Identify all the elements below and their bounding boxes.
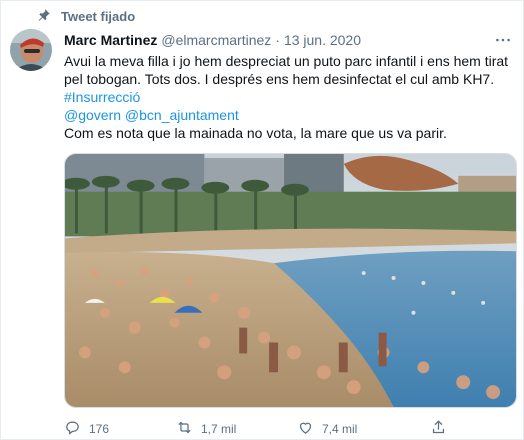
header-separator: ·: [275, 32, 280, 48]
retweet-count: 1,7 mil: [201, 422, 237, 436]
tweet-text-line: Avui la meva filla i jo hem despreciat u…: [64, 53, 509, 69]
mention-bcn-ajuntament-link[interactable]: @bcn_ajuntament: [125, 107, 239, 123]
tweet-card[interactable]: Tweet fijado Marc Martinez @elmarcmartin…: [0, 0, 524, 440]
pinned-label: Tweet fijado: [61, 8, 136, 24]
tweet-actions: 176 1,7 mil 7,4 mil: [64, 419, 464, 439]
retweet-icon: [176, 419, 193, 439]
mention-govern-link[interactable]: @govern: [64, 107, 121, 123]
share-icon: [430, 419, 447, 439]
tweet-date[interactable]: 13 jun. 2020: [284, 32, 361, 48]
hashtag-link[interactable]: #Insurrecció: [64, 89, 140, 105]
pin-icon: [37, 8, 51, 25]
tweet-text-line: pel tobogan. Tots dos. I després ens hem…: [64, 71, 495, 87]
pinned-indicator: Tweet fijado: [37, 7, 135, 25]
reply-icon: [64, 419, 81, 439]
share-button[interactable]: [430, 419, 447, 439]
tweet-text-closing: Com es nota que la mainada no vota, la m…: [64, 125, 447, 141]
more-options-icon[interactable]: [493, 31, 513, 49]
tweet-text: Avui la meva filla i jo hem despreciat u…: [64, 52, 514, 142]
author-handle[interactable]: @elmarcmartinez: [161, 32, 271, 48]
like-count: 7,4 mil: [322, 422, 358, 436]
retweet-button[interactable]: 1,7 mil: [176, 419, 236, 439]
avatar[interactable]: [10, 29, 52, 71]
tweet-header: Marc Martinez @elmarcmartinez · 13 jun. …: [64, 31, 361, 49]
like-button[interactable]: 7,4 mil: [297, 419, 357, 439]
reply-button[interactable]: 176: [64, 419, 109, 439]
heart-icon: [297, 419, 314, 439]
reply-count: 176: [89, 422, 110, 436]
tweet-photo[interactable]: [64, 153, 517, 408]
author-name[interactable]: Marc Martinez: [64, 32, 157, 48]
